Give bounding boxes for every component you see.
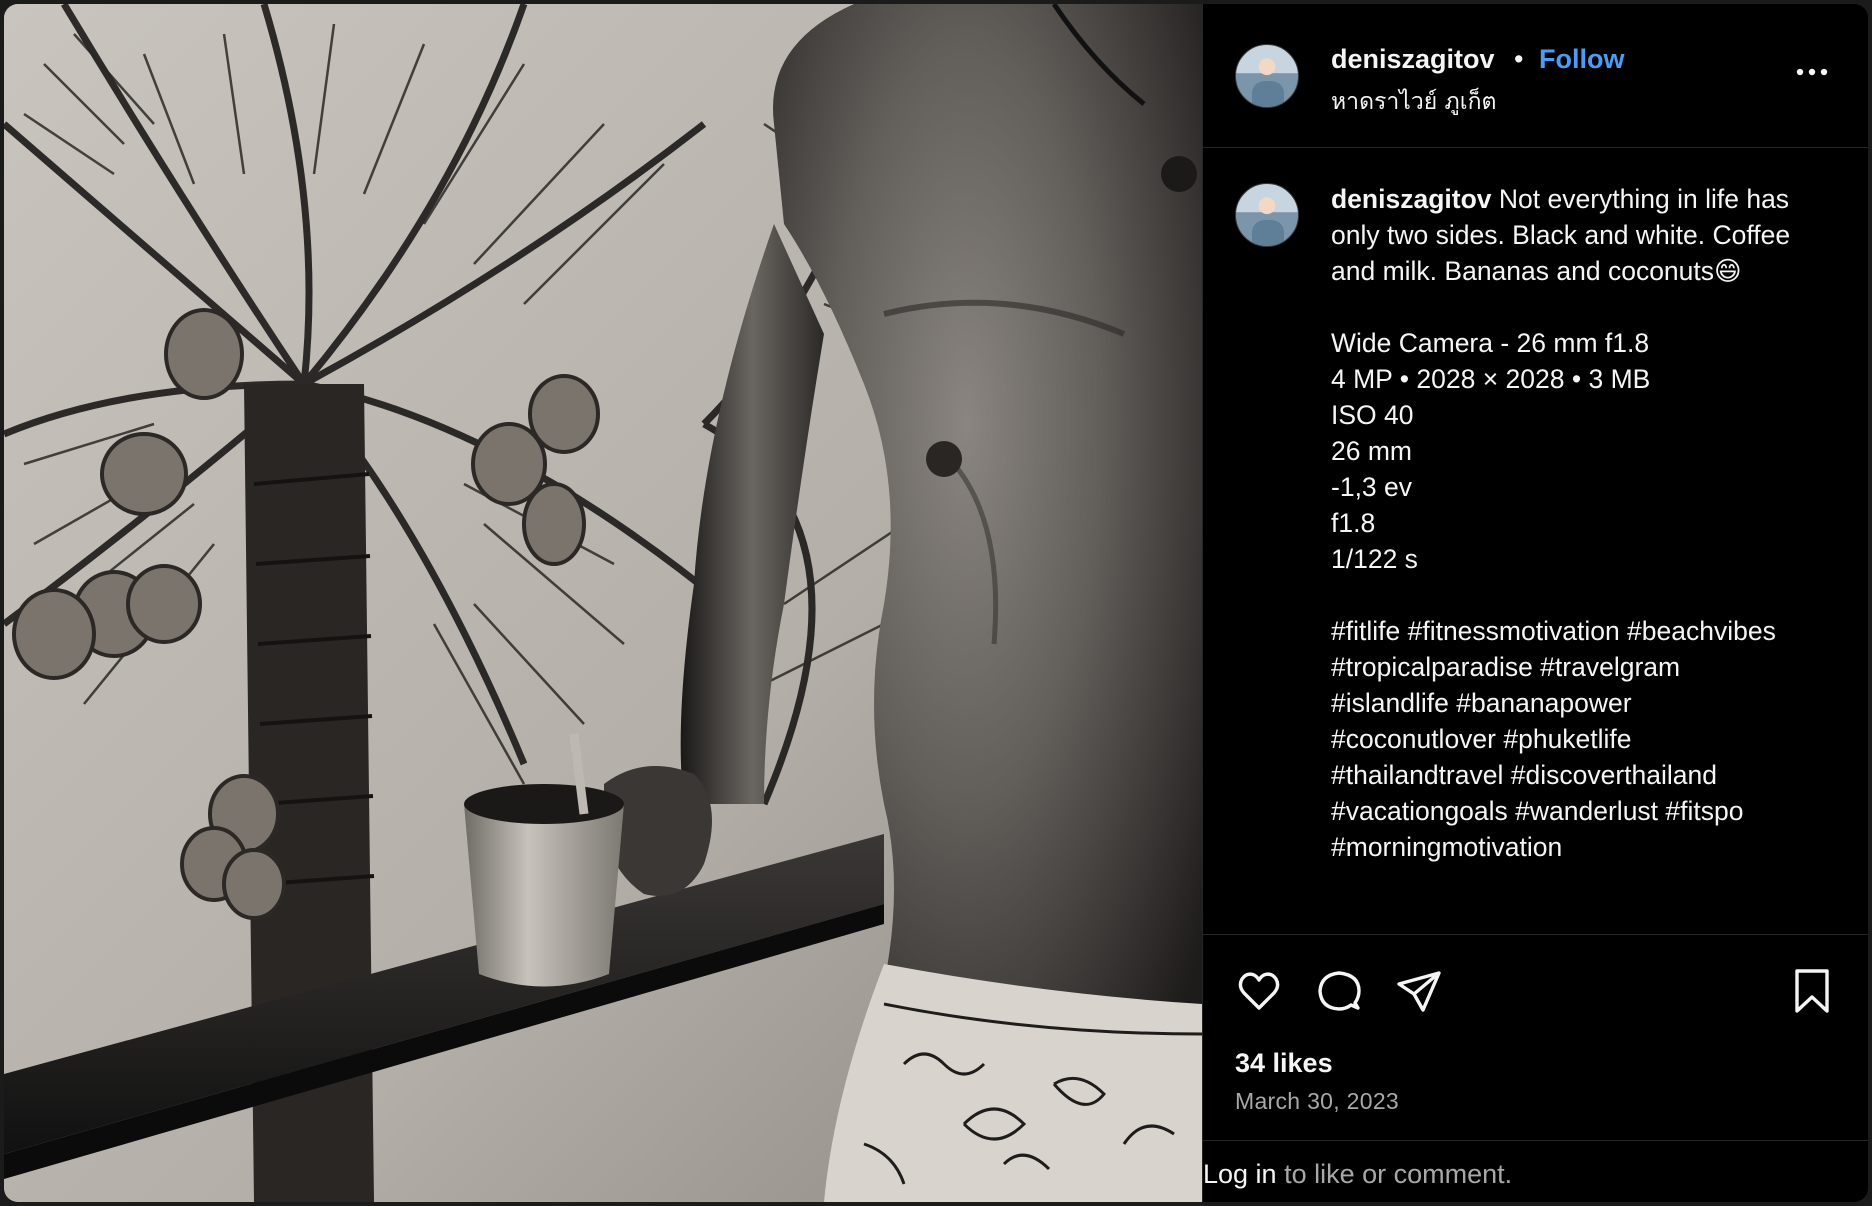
author-avatar[interactable] <box>1235 44 1299 108</box>
login-prompt: Log in to like or comment. <box>1203 1140 1868 1202</box>
author-username[interactable]: deniszagitov <box>1331 44 1495 75</box>
post-header: deniszagitov • Follow หาดราไวย์ ภูเก็ต <box>1203 4 1868 148</box>
comment-icon[interactable] <box>1315 967 1363 1015</box>
bookmark-icon[interactable] <box>1788 967 1836 1015</box>
caption-username[interactable]: deniszagitov <box>1331 184 1492 214</box>
post-caption: deniszagitov Not everything in life has … <box>1331 181 1791 865</box>
post-image <box>4 4 1202 1202</box>
post-photo[interactable] <box>4 4 1202 1202</box>
likes-count[interactable]: 34 likes <box>1235 1048 1333 1079</box>
caption-avatar[interactable] <box>1235 183 1299 247</box>
post-dialog: deniszagitov • Follow หาดราไวย์ ภูเก็ต d… <box>4 4 1868 1202</box>
caption-text: Not everything in life has only two side… <box>1331 184 1791 862</box>
post-side-panel: deniszagitov • Follow หาดราไวย์ ภูเก็ต d… <box>1202 4 1868 1202</box>
share-icon[interactable] <box>1395 967 1443 1015</box>
login-prompt-text: to like or comment. <box>1276 1159 1513 1189</box>
separator-dot: • <box>1514 44 1524 74</box>
heart-icon[interactable] <box>1235 967 1283 1015</box>
action-bar <box>1203 934 1868 1034</box>
more-options-icon[interactable] <box>1796 64 1828 80</box>
login-link[interactable]: Log in <box>1203 1159 1277 1189</box>
post-location[interactable]: หาดราไวย์ ภูเก็ต <box>1331 84 1496 120</box>
caption-section[interactable]: deniszagitov Not everything in life has … <box>1203 149 1868 934</box>
post-date[interactable]: March 30, 2023 <box>1235 1088 1399 1115</box>
follow-button[interactable]: Follow <box>1539 44 1624 75</box>
